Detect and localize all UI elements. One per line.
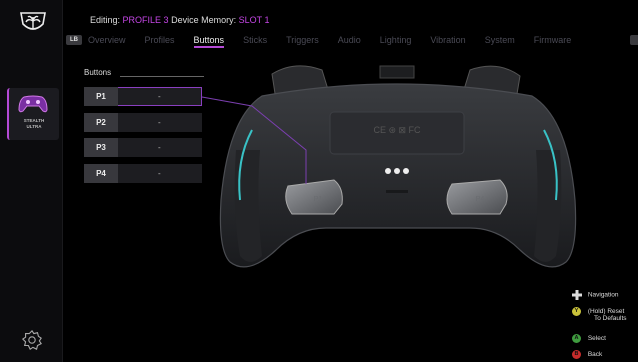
button-value: - <box>158 169 161 178</box>
paddle-label-right: P4 <box>476 196 485 203</box>
button-name: P3 <box>84 138 118 157</box>
svg-text:CE ⊛ ⊠ FC: CE ⊛ ⊠ FC <box>373 125 421 135</box>
button-row-p3[interactable]: P3 - <box>84 138 202 157</box>
button-row-p4[interactable]: P4 - <box>84 164 202 183</box>
legend-back: B Back <box>572 350 602 359</box>
button-value: - <box>158 143 161 152</box>
button-row-p2[interactable]: P2 - <box>84 113 202 132</box>
section-divider <box>120 76 204 77</box>
legend-navigation-text: Navigation <box>587 291 619 299</box>
button-name: P2 <box>84 113 118 132</box>
y-button-icon: Y <box>572 307 581 316</box>
button-value: - <box>158 92 161 101</box>
button-value: - <box>158 118 161 127</box>
legend-select: A Select <box>572 334 606 343</box>
a-button-icon: A <box>572 334 581 343</box>
buttons-section-title: Buttons <box>84 68 112 77</box>
paddle-label-left: P1 <box>314 196 323 203</box>
legend-select-text: Select <box>587 335 606 343</box>
legend-reset: Y (Hold) Reset To Defaults <box>572 307 627 322</box>
button-name: P4 <box>84 164 118 183</box>
button-row-p1[interactable]: P1 - <box>84 87 202 106</box>
dpad-icon <box>572 290 582 300</box>
legend-back-text: Back <box>587 351 603 359</box>
button-name: P1 <box>84 87 118 106</box>
legend-reset-text-line2: To Defaults <box>594 315 627 322</box>
b-button-icon: B <box>572 350 581 359</box>
legend-navigation: Navigation <box>572 290 619 300</box>
